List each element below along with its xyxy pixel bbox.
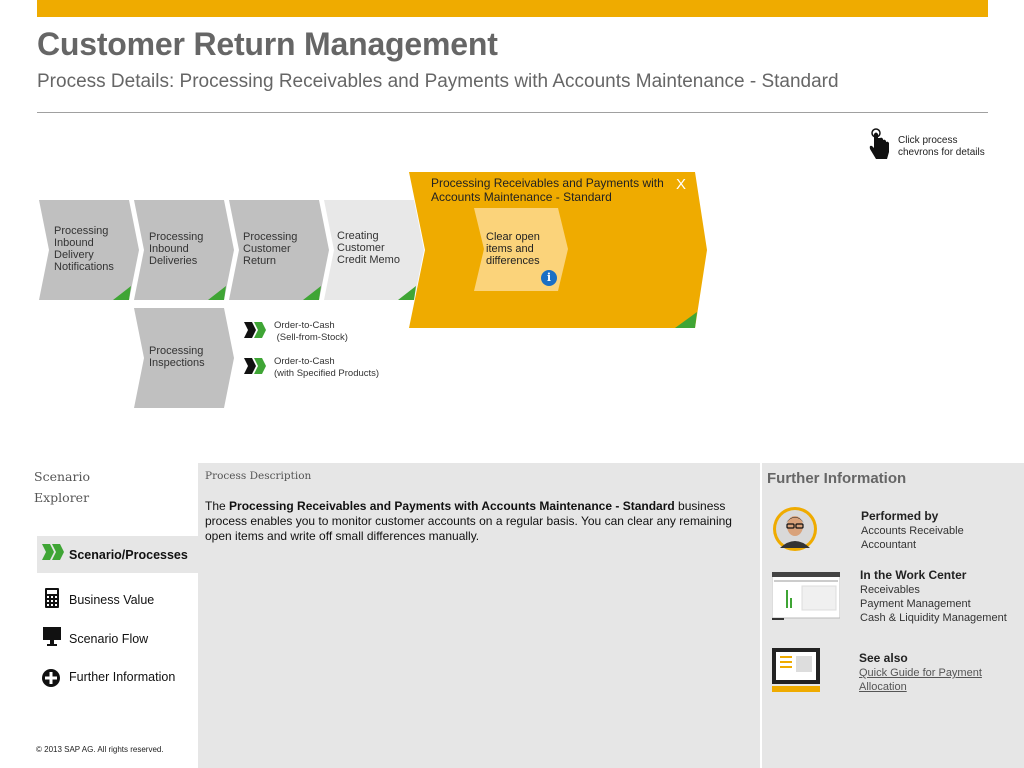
nav-item-scenario-processes[interactable]: Scenario/Processes <box>37 536 198 573</box>
chevron-processing-inbound-deliveries[interactable]: Processing Inbound Deliveries <box>134 200 234 300</box>
work-center-item: Payment Management <box>860 598 971 610</box>
heading-line: Explorer <box>34 490 90 505</box>
process-description-heading: Process Description <box>205 470 312 482</box>
avatar <box>772 506 818 552</box>
work-center-list: Receivables Payment Management Cash & Li… <box>860 583 1007 625</box>
chevron-label: Processing Inspections <box>149 345 205 369</box>
expanded-process-title: Processing Receivables and Payments with… <box>431 176 664 204</box>
double-chevron-icon <box>42 544 64 566</box>
plus-circle-icon <box>41 668 63 690</box>
document-monitor-icon <box>772 648 820 692</box>
hint-text: Click process chevrons for details <box>898 135 985 158</box>
chevron-processing-inbound-delivery-notifications[interactable]: Processing Inbound Delivery Notification… <box>39 200 139 300</box>
link-line: Allocation <box>859 681 907 693</box>
work-center-item: Receivables <box>860 584 920 596</box>
copyright: © 2013 SAP AG. All rights reserved. <box>36 745 164 754</box>
nav-label: Scenario Flow <box>69 632 149 646</box>
page-title: Customer Return Management <box>37 26 498 62</box>
pointer-hand-icon <box>868 128 892 162</box>
page-subtitle: Process Details: Processing Receivables … <box>37 71 839 92</box>
link-line: Quick Guide for Payment <box>859 667 982 679</box>
legend-label[interactable]: Order-to-Cash (Sell-from-Stock) <box>274 320 348 344</box>
panel-divider <box>760 470 762 754</box>
info-icon[interactable]: i <box>541 270 557 286</box>
chevron-label: Processing Inbound Deliveries <box>149 231 204 267</box>
legend-line: (Sell-from-Stock) <box>274 332 348 343</box>
see-also-title: See also <box>859 651 908 665</box>
double-chevron-icon <box>244 322 266 338</box>
close-button[interactable]: X <box>676 176 686 193</box>
work-center-title: In the Work Center <box>860 568 967 582</box>
performed-by-role: Accounts Receivable Accountant <box>861 524 964 552</box>
legend-line: (with Specified Products) <box>274 368 380 379</box>
desc-intro: The <box>205 499 230 513</box>
desc-process-name: Processing Receivables and Payments with… <box>229 499 675 513</box>
process-description-text: The Processing Receivables and Payments … <box>205 499 750 544</box>
nav-label: Further Information <box>69 670 176 684</box>
header-divider <box>37 112 988 113</box>
legend-label[interactable]: Order-to-Cash (with Specified Products) <box>274 356 379 380</box>
chevron-label: Processing Inbound Delivery Notification… <box>54 225 114 273</box>
calculator-icon <box>45 588 67 610</box>
chevron-label: Processing Customer Return <box>243 231 298 267</box>
scenario-explorer-heading: Scenario Explorer <box>34 466 90 508</box>
work-center-item: Cash & Liquidity Management <box>860 612 1007 624</box>
nav-item-further-information[interactable]: Further Information <box>37 662 198 694</box>
nav-label: Business Value <box>69 593 155 607</box>
legend-line: Order-to-Cash <box>274 320 335 331</box>
quick-guide-link[interactable]: Quick Guide for Payment Allocation <box>859 666 1009 694</box>
nav-item-scenario-flow[interactable]: Scenario Flow <box>37 624 198 656</box>
sub-step-label: Clear open items and differences <box>486 231 540 267</box>
monitor-icon <box>43 627 65 649</box>
double-chevron-icon <box>244 358 266 374</box>
nav-item-business-value[interactable]: Business Value <box>37 585 198 617</box>
performed-by-title: Performed by <box>861 509 939 523</box>
role-line: Accountant <box>861 539 917 551</box>
heading-line: Scenario <box>34 469 90 484</box>
role-line: Accounts Receivable <box>861 525 964 537</box>
chevron-processing-customer-return[interactable]: Processing Customer Return <box>229 200 329 300</box>
chevron-processing-inspections[interactable]: Processing Inspections <box>134 308 234 408</box>
nav-label: Scenario/Processes <box>69 548 188 562</box>
legend-line: Order-to-Cash <box>274 356 335 367</box>
further-information-heading: Further Information <box>767 470 907 487</box>
top-accent-bar <box>37 0 988 17</box>
chevron-label: Creating Customer Credit Memo <box>337 230 400 266</box>
work-center-screenshot-icon <box>771 571 841 620</box>
